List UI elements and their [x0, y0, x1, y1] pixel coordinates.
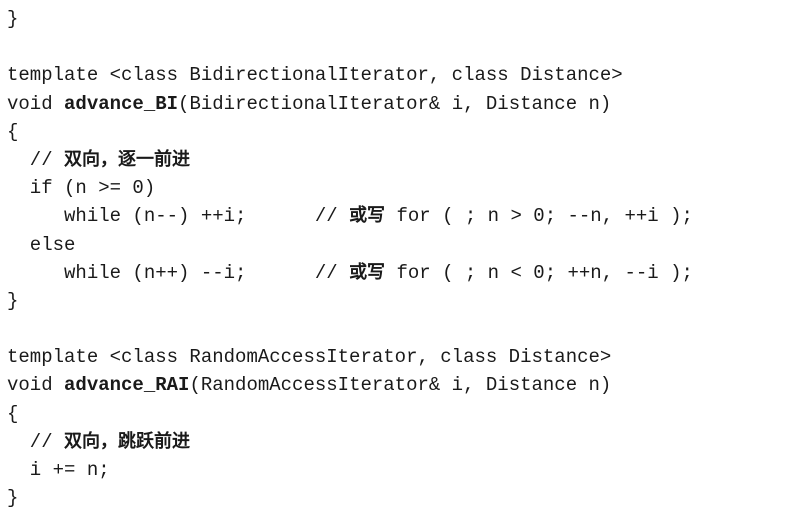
code-text: template <class RandomAccessIterator, cl… [7, 346, 612, 369]
code-text: void [7, 92, 65, 115]
code-text: while (n--) ++i; // [7, 205, 350, 228]
code-text: for ( ; n > 0; --n, ++i ); [385, 205, 693, 228]
comment-text: 或写 [349, 205, 386, 227]
code-text: for ( ; n < 0; ++n, --i ); [385, 261, 693, 284]
code-listing: } template <class BidirectionalIterator,… [7, 5, 797, 512]
code-line: { [7, 118, 797, 146]
code-text: (RandomAccessIterator& i, Distance n) [189, 374, 612, 397]
code-line: { [7, 400, 797, 428]
code-line: while (n--) ++i; // 或写 for ( ; n > 0; --… [7, 202, 797, 230]
code-text: i += n; [7, 459, 110, 481]
code-text: // [7, 148, 65, 171]
code-text: void [7, 374, 65, 397]
code-text: if (n >= 0) [7, 177, 156, 200]
code-text: { [7, 120, 19, 143]
comment-text: 双向，逐一前进 [64, 148, 191, 170]
code-line: } [7, 484, 797, 512]
function-name: advance_RAI [64, 374, 190, 397]
comment-text: 或写 [349, 261, 386, 283]
code-line: // 双向，逐一前进 [7, 146, 797, 174]
code-text: template <class BidirectionalIterator, c… [7, 64, 623, 87]
code-line: void advance_RAI (RandomAccessIterator& i… [7, 371, 797, 399]
code-text: } [7, 487, 19, 510]
code-line: } [7, 287, 797, 315]
code-line: if (n >= 0) [7, 174, 797, 202]
code-line: // 双向，跳跃前进 [7, 428, 797, 456]
code-line: else [7, 231, 797, 259]
code-text: (BidirectionalIterator& i, Distance n) [178, 92, 612, 115]
code-line: } [7, 5, 797, 33]
code-text: } [7, 289, 19, 312]
code-text: while (n++) --i; // [7, 261, 350, 284]
code-line: while (n++) --i; // 或写 for ( ; n < 0; ++… [7, 259, 797, 287]
code-line: template <class RandomAccessIterator, cl… [7, 343, 797, 371]
code-text: { [7, 402, 19, 425]
code-text: } [7, 8, 19, 30]
code-line: template <class BidirectionalIterator, c… [7, 61, 797, 89]
code-text: // [7, 430, 65, 453]
code-text: else [7, 233, 76, 256]
function-name: advance_BI [64, 92, 179, 115]
comment-text: 双向，跳跃前进 [64, 430, 191, 452]
code-line: i += n; [7, 456, 797, 484]
code-line: void advance_BI (BidirectionalIterator& i… [7, 90, 797, 118]
